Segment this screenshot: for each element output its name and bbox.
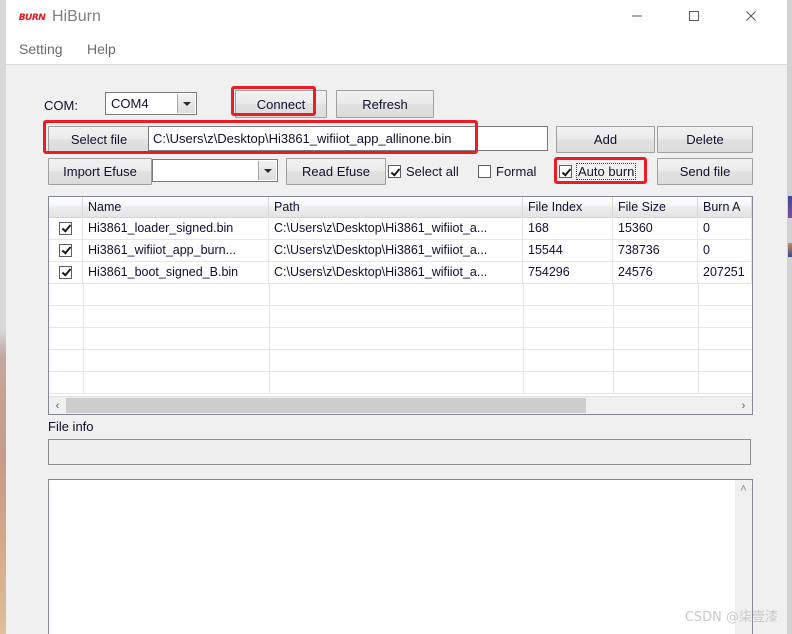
cell-file-size: 24576	[613, 261, 698, 283]
log-output[interactable]: ˄	[48, 479, 753, 634]
scroll-right-icon[interactable]: ›	[735, 397, 752, 414]
file-path-input[interactable]: C:\Users\z\Desktop\Hi3861_wifiiot_app_al…	[148, 126, 548, 151]
cell-burn-addr: 0	[698, 239, 752, 261]
cell-burn-addr: 207251	[698, 261, 752, 283]
row-checkbox[interactable]	[49, 261, 83, 283]
import-efuse-button[interactable]: Import Efuse	[48, 158, 152, 185]
row-checkbox[interactable]	[49, 217, 83, 239]
scroll-left-icon[interactable]: ‹	[49, 397, 66, 414]
minimize-button[interactable]	[614, 0, 660, 32]
cell-file-size: 15360	[613, 217, 698, 239]
select-all-checkbox[interactable]: Select all	[388, 164, 459, 179]
burn-logo-icon: BURN	[18, 12, 46, 23]
close-button[interactable]	[728, 0, 774, 32]
table-row[interactable]: Hi3861_wifiiot_app_burn... C:\Users\z\De…	[49, 239, 752, 262]
cell-file-index: 15544	[523, 239, 613, 261]
send-file-button[interactable]: Send file	[657, 158, 753, 185]
cell-file-index: 754296	[523, 261, 613, 283]
column-header-check[interactable]	[49, 197, 83, 217]
select-file-button[interactable]: Select file	[48, 126, 150, 153]
formal-label: Formal	[496, 164, 537, 179]
file-info-label: File info	[48, 419, 94, 434]
checkbox-box[interactable]	[388, 165, 401, 178]
column-separator	[269, 283, 270, 393]
select-all-label: Select all	[406, 164, 459, 179]
hscroll-track[interactable]	[66, 397, 735, 414]
maximize-button[interactable]	[671, 0, 717, 32]
delete-button[interactable]: Delete	[657, 126, 753, 153]
efuse-select[interactable]	[152, 159, 278, 182]
column-header-path[interactable]: Path	[269, 197, 523, 217]
client-area: COM: COM4 Connect Refresh Select file C:…	[6, 64, 787, 634]
checkbox-box[interactable]	[478, 165, 491, 178]
add-button[interactable]: Add	[556, 126, 655, 153]
row-checkbox[interactable]	[49, 239, 83, 261]
scroll-up-icon[interactable]: ˄	[735, 480, 752, 497]
table-row-empty	[49, 305, 752, 328]
cell-burn-addr: 0	[698, 217, 752, 239]
title-bar: BURN HiBurn	[6, 0, 787, 36]
refresh-button[interactable]: Refresh	[336, 90, 434, 118]
hiburn-window: BURN HiBurn Setting Help COM: COM4 Conne…	[0, 0, 792, 634]
cell-file-index: 168	[523, 217, 613, 239]
menu-item-setting[interactable]: Setting	[14, 40, 68, 62]
chevron-down-icon[interactable]	[177, 94, 195, 113]
table-row-empty	[49, 327, 752, 350]
backdrop-artifact-a	[788, 196, 792, 218]
column-separator	[698, 283, 699, 393]
table-row[interactable]: Hi3861_boot_signed_B.bin C:\Users\z\Desk…	[49, 261, 752, 284]
cell-path: C:\Users\z\Desktop\Hi3861_wifiiot_a...	[269, 239, 523, 261]
chevron-down-icon[interactable]	[258, 161, 276, 180]
cell-name: Hi3861_loader_signed.bin	[83, 217, 269, 239]
cell-name: Hi3861_wifiiot_app_burn...	[83, 239, 269, 261]
column-header-file-size[interactable]: File Size	[613, 197, 698, 217]
csdn-watermark: CSDN @柒壹漆	[684, 610, 778, 625]
table-row-empty	[49, 283, 752, 306]
cell-file-size: 738736	[613, 239, 698, 261]
checkbox-box[interactable]	[59, 243, 72, 257]
cell-path: C:\Users\z\Desktop\Hi3861_wifiiot_a...	[269, 217, 523, 239]
auto-burn-label: Auto burn	[575, 163, 637, 180]
table-row-empty	[49, 371, 752, 394]
column-header-burn-addr[interactable]: Burn A	[698, 197, 752, 217]
connect-button[interactable]: Connect	[235, 90, 327, 118]
file-table-body: Hi3861_loader_signed.bin C:\Users\z\Desk…	[49, 217, 752, 414]
column-separator	[613, 283, 614, 393]
file-info-field[interactable]	[48, 439, 751, 465]
hscroll-thumb[interactable]	[66, 398, 586, 413]
backdrop-artifact-b	[788, 243, 792, 257]
menu-bar: Setting Help	[6, 36, 787, 64]
column-separator	[523, 283, 524, 393]
formal-checkbox[interactable]: Formal	[478, 164, 536, 179]
desktop-backdrop-right	[787, 0, 792, 634]
com-port-select[interactable]: COM4	[105, 92, 197, 115]
table-row[interactable]: Hi3861_loader_signed.bin C:\Users\z\Desk…	[49, 217, 752, 240]
file-table[interactable]: Name Path File Index File Size Burn A Hi…	[48, 196, 753, 415]
auto-burn-checkbox[interactable]: Auto burn	[559, 163, 637, 180]
table-row-empty	[49, 349, 752, 372]
cell-name: Hi3861_boot_signed_B.bin	[83, 261, 269, 283]
column-separator	[83, 283, 84, 393]
checkbox-box[interactable]	[59, 265, 72, 279]
read-efuse-button[interactable]: Read Efuse	[286, 158, 386, 185]
window-title: HiBurn	[52, 8, 101, 25]
column-header-file-index[interactable]: File Index	[523, 197, 613, 217]
table-horizontal-scrollbar[interactable]: ‹ ›	[49, 396, 752, 414]
menu-item-help[interactable]: Help	[82, 40, 121, 62]
file-table-header: Name Path File Index File Size Burn A	[49, 197, 752, 218]
com-port-value: COM4	[111, 96, 149, 111]
cell-path: C:\Users\z\Desktop\Hi3861_wifiiot_a...	[269, 261, 523, 283]
com-label: COM:	[44, 98, 78, 113]
checkbox-box[interactable]	[59, 221, 72, 235]
checkbox-box[interactable]	[559, 165, 572, 178]
column-header-name[interactable]: Name	[83, 197, 269, 217]
